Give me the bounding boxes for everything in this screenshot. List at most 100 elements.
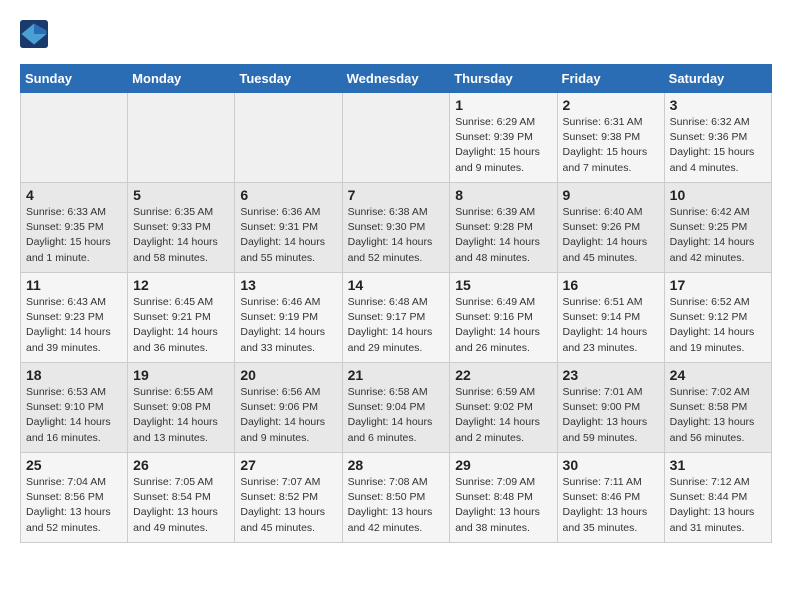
day-number: 24	[670, 367, 766, 383]
day-info: Sunrise: 6:43 AMSunset: 9:23 PMDaylight:…	[26, 295, 122, 356]
day-number: 22	[455, 367, 551, 383]
day-info: Sunrise: 7:12 AMSunset: 8:44 PMDaylight:…	[670, 475, 766, 536]
calendar-cell: 26Sunrise: 7:05 AMSunset: 8:54 PMDayligh…	[128, 453, 235, 543]
weekday-header-sunday: Sunday	[21, 65, 128, 93]
day-number: 7	[348, 187, 445, 203]
calendar-cell	[235, 93, 342, 183]
day-number: 16	[563, 277, 659, 293]
day-info: Sunrise: 7:09 AMSunset: 8:48 PMDaylight:…	[455, 475, 551, 536]
day-info: Sunrise: 6:36 AMSunset: 9:31 PMDaylight:…	[240, 205, 336, 266]
day-number: 6	[240, 187, 336, 203]
day-info: Sunrise: 6:58 AMSunset: 9:04 PMDaylight:…	[348, 385, 445, 446]
day-info: Sunrise: 7:07 AMSunset: 8:52 PMDaylight:…	[240, 475, 336, 536]
day-number: 14	[348, 277, 445, 293]
calendar-cell: 12 Sunrise: 6:45 AMSunset: 9:21 PMDayligh…	[128, 273, 235, 363]
weekday-header-friday: Friday	[557, 65, 664, 93]
weekday-header-monday: Monday	[128, 65, 235, 93]
day-number: 12	[133, 277, 229, 293]
calendar-cell	[342, 93, 450, 183]
day-number: 2	[563, 97, 659, 113]
day-info: Sunrise: 6:39 AMSunset: 9:28 PMDaylight:…	[455, 205, 551, 266]
day-info: Sunrise: 6:29 AMSunset: 9:39 PMDaylight:…	[455, 115, 551, 176]
calendar-cell: 25 Sunrise: 7:04 AMSunset: 8:56 PMDayligh…	[21, 453, 128, 543]
day-info: Sunrise: 7:08 AMSunset: 8:50 PMDaylight:…	[348, 475, 445, 536]
weekday-header-saturday: Saturday	[664, 65, 771, 93]
page-header	[20, 20, 772, 48]
day-number: 9	[563, 187, 659, 203]
week-row-3: 11 Sunrise: 6:43 AMSunset: 9:23 PMDayligh…	[21, 273, 772, 363]
calendar-cell: 27 Sunrise: 7:07 AMSunset: 8:52 PMDayligh…	[235, 453, 342, 543]
day-number: 26	[133, 457, 229, 473]
day-info: Sunrise: 6:59 AMSunset: 9:02 PMDaylight:…	[455, 385, 551, 446]
calendar-cell: 28 Sunrise: 7:08 AMSunset: 8:50 PMDayligh…	[342, 453, 450, 543]
calendar-cell: 20 Sunrise: 6:56 AMSunset: 9:06 PMDayligh…	[235, 363, 342, 453]
calendar-body: 1 Sunrise: 6:29 AMSunset: 9:39 PMDaylight…	[21, 93, 772, 543]
day-info: Sunrise: 6:51 AMSunset: 9:14 PMDaylight:…	[563, 295, 659, 356]
calendar-cell: 21 Sunrise: 6:58 AMSunset: 9:04 PMDayligh…	[342, 363, 450, 453]
day-number: 20	[240, 367, 336, 383]
calendar-cell: 9 Sunrise: 6:40 AMSunset: 9:26 PMDaylight…	[557, 183, 664, 273]
calendar-cell: 23 Sunrise: 7:01 AMSunset: 9:00 PMDayligh…	[557, 363, 664, 453]
calendar-cell	[128, 93, 235, 183]
calendar-cell: 30Sunrise: 7:11 AMSunset: 8:46 PMDayligh…	[557, 453, 664, 543]
day-number: 27	[240, 457, 336, 473]
day-number: 5	[133, 187, 229, 203]
calendar-cell: 15Sunrise: 6:49 AMSunset: 9:16 PMDayligh…	[450, 273, 557, 363]
day-info: Sunrise: 7:04 AMSunset: 8:56 PMDaylight:…	[26, 475, 122, 536]
day-info: Sunrise: 6:56 AMSunset: 9:06 PMDaylight:…	[240, 385, 336, 446]
day-info: Sunrise: 6:40 AMSunset: 9:26 PMDaylight:…	[563, 205, 659, 266]
day-number: 3	[670, 97, 766, 113]
calendar-cell: 3 Sunrise: 6:32 AMSunset: 9:36 PMDaylight…	[664, 93, 771, 183]
logo	[20, 20, 50, 48]
day-info: Sunrise: 7:01 AMSunset: 9:00 PMDaylight:…	[563, 385, 659, 446]
day-info: Sunrise: 6:55 AMSunset: 9:08 PMDaylight:…	[133, 385, 229, 446]
day-info: Sunrise: 6:38 AMSunset: 9:30 PMDaylight:…	[348, 205, 445, 266]
calendar-cell: 14Sunrise: 6:48 AMSunset: 9:17 PMDayligh…	[342, 273, 450, 363]
calendar-cell: 18Sunrise: 6:53 AMSunset: 9:10 PMDayligh…	[21, 363, 128, 453]
day-number: 4	[26, 187, 122, 203]
day-info: Sunrise: 6:35 AMSunset: 9:33 PMDaylight:…	[133, 205, 229, 266]
weekday-header-tuesday: Tuesday	[235, 65, 342, 93]
calendar-cell: 7 Sunrise: 6:38 AMSunset: 9:30 PMDaylight…	[342, 183, 450, 273]
calendar-cell: 10 Sunrise: 6:42 AMSunset: 9:25 PMDayligh…	[664, 183, 771, 273]
day-number: 19	[133, 367, 229, 383]
day-info: Sunrise: 6:33 AMSunset: 9:35 PMDaylight:…	[26, 205, 122, 266]
day-info: Sunrise: 6:52 AMSunset: 9:12 PMDaylight:…	[670, 295, 766, 356]
day-number: 11	[26, 277, 122, 293]
day-number: 8	[455, 187, 551, 203]
calendar-cell: 31Sunrise: 7:12 AMSunset: 8:44 PMDayligh…	[664, 453, 771, 543]
calendar-cell: 2 Sunrise: 6:31 AMSunset: 9:38 PMDaylight…	[557, 93, 664, 183]
calendar-cell: 17Sunrise: 6:52 AMSunset: 9:12 PMDayligh…	[664, 273, 771, 363]
day-number: 29	[455, 457, 551, 473]
calendar-cell: 1 Sunrise: 6:29 AMSunset: 9:39 PMDaylight…	[450, 93, 557, 183]
day-info: Sunrise: 6:31 AMSunset: 9:38 PMDaylight:…	[563, 115, 659, 176]
calendar-cell: 11 Sunrise: 6:43 AMSunset: 9:23 PMDayligh…	[21, 273, 128, 363]
week-row-5: 25 Sunrise: 7:04 AMSunset: 8:56 PMDayligh…	[21, 453, 772, 543]
day-number: 28	[348, 457, 445, 473]
calendar-cell: 16 Sunrise: 6:51 AMSunset: 9:14 PMDayligh…	[557, 273, 664, 363]
day-number: 25	[26, 457, 122, 473]
calendar-cell	[21, 93, 128, 183]
day-info: Sunrise: 6:45 AMSunset: 9:21 PMDaylight:…	[133, 295, 229, 356]
day-info: Sunrise: 7:02 AMSunset: 8:58 PMDaylight:…	[670, 385, 766, 446]
weekday-header-thursday: Thursday	[450, 65, 557, 93]
day-info: Sunrise: 6:42 AMSunset: 9:25 PMDaylight:…	[670, 205, 766, 266]
calendar-cell: 29 Sunrise: 7:09 AMSunset: 8:48 PMDayligh…	[450, 453, 557, 543]
day-info: Sunrise: 6:49 AMSunset: 9:16 PMDaylight:…	[455, 295, 551, 356]
weekday-header-wednesday: Wednesday	[342, 65, 450, 93]
week-row-1: 1 Sunrise: 6:29 AMSunset: 9:39 PMDaylight…	[21, 93, 772, 183]
day-info: Sunrise: 7:11 AMSunset: 8:46 PMDaylight:…	[563, 475, 659, 536]
day-number: 10	[670, 187, 766, 203]
calendar-cell: 8 Sunrise: 6:39 AMSunset: 9:28 PMDaylight…	[450, 183, 557, 273]
day-number: 1	[455, 97, 551, 113]
weekday-header-row: SundayMondayTuesdayWednesdayThursdayFrid…	[21, 65, 772, 93]
day-number: 21	[348, 367, 445, 383]
day-info: Sunrise: 6:32 AMSunset: 9:36 PMDaylight:…	[670, 115, 766, 176]
calendar-cell: 4 Sunrise: 6:33 AMSunset: 9:35 PMDaylight…	[21, 183, 128, 273]
day-number: 23	[563, 367, 659, 383]
calendar-cell: 5 Sunrise: 6:35 AMSunset: 9:33 PMDaylight…	[128, 183, 235, 273]
logo-icon	[20, 20, 48, 48]
calendar-cell: 24 Sunrise: 7:02 AMSunset: 8:58 PMDayligh…	[664, 363, 771, 453]
week-row-2: 4 Sunrise: 6:33 AMSunset: 9:35 PMDaylight…	[21, 183, 772, 273]
week-row-4: 18Sunrise: 6:53 AMSunset: 9:10 PMDayligh…	[21, 363, 772, 453]
